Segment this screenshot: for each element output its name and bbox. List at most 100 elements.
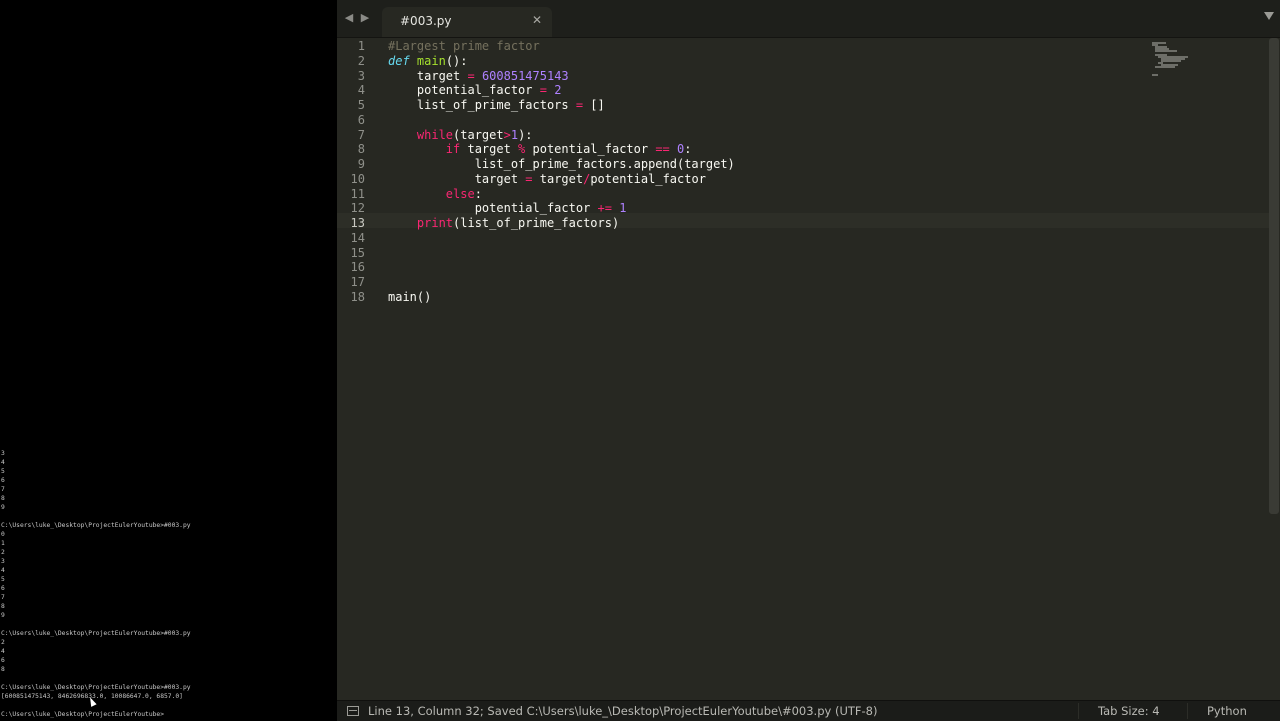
code-token: main() xyxy=(388,289,432,304)
code-token: [] xyxy=(583,98,605,112)
code-token: target xyxy=(532,171,584,186)
tab-bar: ◀ ▶ #003.py ✕ xyxy=(337,0,1280,38)
back-arrow-icon[interactable]: ◀ xyxy=(343,11,355,25)
code-line: target = 600851475143 xyxy=(388,69,569,84)
terminal-line: C:\Users\luke_\Desktop\ProjectEulerYoutu… xyxy=(1,630,191,637)
code-line: else: xyxy=(388,187,482,202)
code-token: : xyxy=(474,186,482,201)
code-line: if target % potential_factor == 0: xyxy=(388,142,692,157)
terminal-line: 8 xyxy=(1,666,5,673)
code-token: else xyxy=(445,186,475,201)
terminal-window[interactable]: 3 4 5 6 7 8 9 C:\Users\luke_\Desktop\ProjectEul… xyxy=(0,0,337,720)
code-token: while xyxy=(416,127,454,142)
code-token: = xyxy=(575,98,584,112)
terminal-line: 4 xyxy=(1,567,5,574)
code-token: : xyxy=(684,142,692,157)
terminal-line: C:\Users\luke_\Desktop\ProjectEulerYoutu… xyxy=(1,711,165,718)
tab-size-indicator[interactable]: Tab Size: 4 xyxy=(1098,704,1160,718)
code-line: list_of_prime_factors.append(target) xyxy=(388,157,735,172)
terminal-line: 2 xyxy=(1,549,5,556)
code-line: def main(): xyxy=(388,54,468,69)
terminal-line: 1 xyxy=(1,540,5,547)
terminal-line: 4 xyxy=(1,459,5,466)
terminal-line: 9 xyxy=(1,612,5,619)
terminal-line: 8 xyxy=(1,603,5,610)
code-token: potential_factor xyxy=(388,83,540,98)
code-token: list_of_prime_factors xyxy=(388,98,576,112)
code-token: > xyxy=(503,127,511,142)
code-line: target = target/potential_factor xyxy=(388,172,706,187)
terminal-line: 9 xyxy=(1,504,5,511)
code-token: potential_factor xyxy=(388,201,598,216)
panel-toggle-icon[interactable] xyxy=(347,706,359,716)
code-token: 600851475143 xyxy=(481,68,569,83)
code-token: 2 xyxy=(554,83,562,98)
terminal-line: 3 xyxy=(1,558,5,565)
code-token: #Largest prime factor xyxy=(388,39,540,53)
forward-arrow-icon[interactable]: ▶ xyxy=(359,11,371,25)
code-token: main xyxy=(416,53,446,68)
minimap[interactable] xyxy=(1152,38,1212,88)
code-line: print(list_of_prime_factors) xyxy=(388,216,619,231)
code-editor-window: ◀ ▶ #003.py ✕ 1 2 3 4 5 6 7 8 9 10 11 12 13 14 15 16 17 1… xyxy=(337,0,1280,721)
code-token: target xyxy=(460,142,519,157)
code-line: list_of_prime_factors = [] xyxy=(388,98,605,113)
code-line: potential_factor += 1 xyxy=(388,201,627,216)
code-token: potential_factor xyxy=(525,142,656,157)
code-token: 1 xyxy=(510,127,519,142)
terminal-output: 3 4 5 6 7 8 9 C:\Users\luke_\Desktop\ProjectEul… xyxy=(1,449,337,719)
vertical-scrollbar[interactable] xyxy=(1269,38,1279,514)
terminal-line: C:\Users\luke_\Desktop\ProjectEulerYoutu… xyxy=(1,522,191,529)
terminal-line: 4 xyxy=(1,648,5,655)
terminal-line: [600851475143, 8462696833.0, 10086647.0,… xyxy=(1,693,183,700)
status-divider xyxy=(1078,703,1079,719)
code-token: (): xyxy=(445,53,468,68)
terminal-line: 5 xyxy=(1,576,5,583)
terminal-line: 0 xyxy=(1,531,5,538)
code-token: == xyxy=(655,142,670,157)
terminal-line: 7 xyxy=(1,594,5,601)
code-line: while(target>1): xyxy=(388,128,533,143)
terminal-line: 6 xyxy=(1,585,5,592)
code-token: def xyxy=(388,53,410,68)
terminal-line: 5 xyxy=(1,468,5,475)
code-token: (target xyxy=(453,127,504,142)
tab-dropdown-icon[interactable] xyxy=(1264,12,1274,20)
code-token: if xyxy=(445,142,461,157)
tab-003-py[interactable]: #003.py ✕ xyxy=(382,7,552,37)
syntax-selector[interactable]: Python xyxy=(1207,704,1247,718)
code-token: = xyxy=(467,68,475,83)
code-token: += xyxy=(597,201,612,216)
code-token: (list_of_prime_factors) xyxy=(453,216,620,230)
status-divider xyxy=(1187,703,1188,719)
terminal-line: 6 xyxy=(1,477,5,484)
status-message: Line 13, Column 32; Saved C:\Users\luke_… xyxy=(368,704,878,718)
terminal-line: 8 xyxy=(1,495,5,502)
terminal-line: 3 xyxy=(1,450,5,457)
terminal-line: 2 xyxy=(1,639,5,646)
code-token: potential_factor xyxy=(590,171,706,186)
code-token: ): xyxy=(518,127,533,142)
tab-label: #003.py xyxy=(400,14,452,28)
code-area[interactable]: #Largest prime factor def main(): target … xyxy=(337,38,1280,698)
code-token: = xyxy=(525,171,533,186)
code-token: print xyxy=(416,216,454,230)
code-token: = xyxy=(539,83,547,98)
terminal-line: 7 xyxy=(1,486,5,493)
code-token: list_of_prime_factors.append(target) xyxy=(388,157,735,171)
terminal-line: 6 xyxy=(1,657,5,664)
code-line: #Largest prime factor xyxy=(388,39,540,54)
terminal-line: C:\Users\luke_\Desktop\ProjectEulerYoutu… xyxy=(1,684,191,691)
close-icon[interactable]: ✕ xyxy=(532,13,542,27)
